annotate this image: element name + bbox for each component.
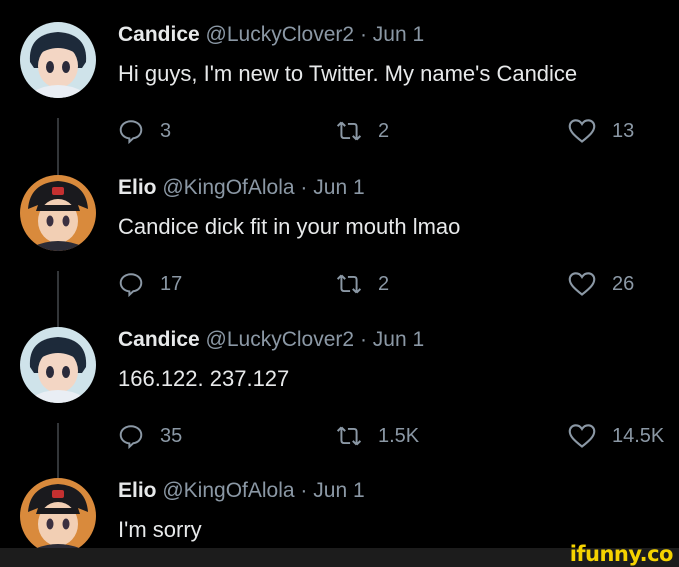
thread-connector bbox=[57, 423, 59, 485]
separator: · bbox=[300, 479, 308, 502]
timestamp[interactable]: Jun 1 bbox=[313, 176, 364, 199]
tweet-header: Elio @KingOfAlola · Jun 1 bbox=[118, 478, 659, 504]
reply-icon bbox=[119, 120, 143, 144]
retweet-button[interactable]: 2 bbox=[336, 118, 389, 144]
tweet-thread: Candice @LuckyClover2 · Jun 1 Hi guys, I… bbox=[0, 0, 679, 548]
tweet-header: Elio @KingOfAlola · Jun 1 bbox=[118, 175, 659, 201]
reply-button[interactable]: 17 bbox=[118, 271, 182, 297]
handle[interactable]: @LuckyClover2 bbox=[206, 23, 355, 46]
retweet-icon bbox=[336, 121, 362, 141]
reply-count: 3 bbox=[160, 119, 172, 142]
tweet-text: I'm sorry bbox=[118, 517, 202, 542]
reply-count: 17 bbox=[160, 272, 183, 295]
timestamp[interactable]: Jun 1 bbox=[373, 328, 424, 351]
tweet-text: Candice dick fit in your mouth lmao bbox=[118, 214, 461, 239]
retweet-count: 2 bbox=[378, 119, 390, 142]
handle[interactable]: @KingOfAlola bbox=[162, 176, 294, 199]
like-button[interactable]: 13 bbox=[568, 118, 634, 144]
handle[interactable]: @LuckyClover2 bbox=[206, 328, 355, 351]
tweet-text: Hi guys, I'm new to Twitter. My name's C… bbox=[118, 61, 578, 86]
tweet-header: Candice @LuckyClover2 · Jun 1 bbox=[118, 22, 659, 48]
heart-icon bbox=[568, 272, 596, 296]
avatar-elio[interactable] bbox=[20, 478, 96, 548]
display-name[interactable]: Elio bbox=[118, 479, 157, 502]
like-button[interactable]: 26 bbox=[568, 271, 634, 297]
separator: · bbox=[359, 328, 367, 351]
display-name[interactable]: Candice bbox=[118, 23, 200, 46]
tweet-text: 166.122. 237.127 bbox=[118, 366, 290, 391]
display-name[interactable]: Elio bbox=[118, 176, 157, 199]
reply-button[interactable]: 35 bbox=[118, 423, 182, 449]
retweet-icon bbox=[336, 426, 362, 446]
thread-connector bbox=[57, 118, 59, 182]
like-count: 14.5K bbox=[612, 424, 665, 447]
avatar-candice[interactable] bbox=[20, 22, 96, 98]
tweet-header: Candice @LuckyClover2 · Jun 1 bbox=[118, 327, 659, 353]
retweet-count: 1.5K bbox=[378, 424, 420, 447]
watermark-bar: ifunny.co bbox=[0, 542, 679, 567]
handle[interactable]: @KingOfAlola bbox=[162, 479, 294, 502]
tweet-actions: 17 2 26 bbox=[118, 271, 659, 301]
reply-icon bbox=[119, 273, 143, 297]
timestamp[interactable]: Jun 1 bbox=[373, 23, 424, 46]
like-count: 13 bbox=[612, 119, 635, 142]
heart-icon bbox=[568, 119, 596, 143]
reply-count: 35 bbox=[160, 424, 183, 447]
thread-connector bbox=[57, 271, 59, 333]
retweet-icon bbox=[336, 274, 362, 294]
separator: · bbox=[359, 23, 367, 46]
retweet-count: 2 bbox=[378, 272, 390, 295]
reply-button[interactable]: 3 bbox=[118, 118, 171, 144]
avatar-elio[interactable] bbox=[20, 175, 96, 251]
heart-icon bbox=[568, 424, 596, 448]
ifunny-watermark: ifunny.co bbox=[569, 542, 674, 566]
timestamp[interactable]: Jun 1 bbox=[313, 479, 364, 502]
separator: · bbox=[300, 176, 308, 199]
retweet-button[interactable]: 2 bbox=[336, 271, 389, 297]
like-button[interactable]: 14.5K bbox=[568, 423, 664, 449]
tweet-actions: 35 1.5K 14.5K bbox=[118, 423, 664, 453]
retweet-button[interactable]: 1.5K bbox=[336, 423, 419, 449]
like-count: 26 bbox=[612, 272, 635, 295]
tweet-actions: 3 2 13 bbox=[118, 118, 659, 148]
display-name[interactable]: Candice bbox=[118, 328, 200, 351]
avatar-candice[interactable] bbox=[20, 327, 96, 403]
reply-icon bbox=[119, 425, 143, 449]
